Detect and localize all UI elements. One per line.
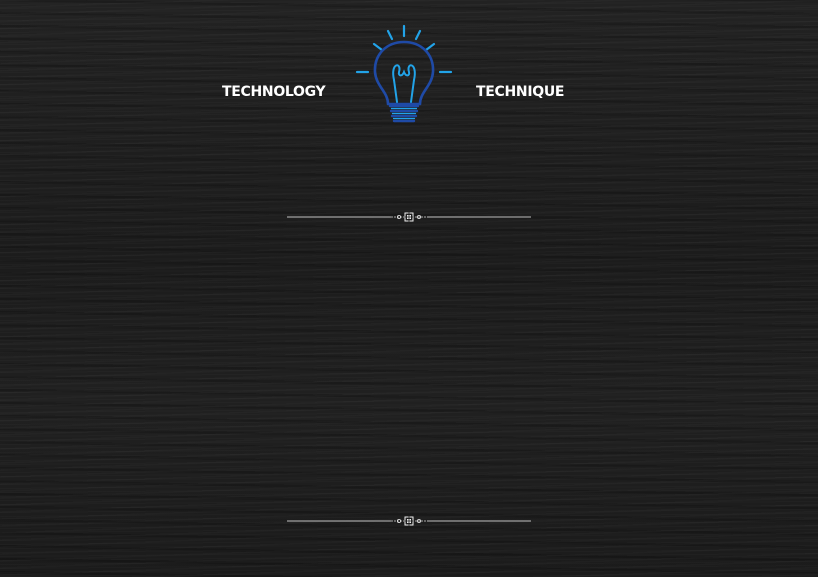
page: { "header": { "left_word": "TECHNOLOGY",… [0, 0, 818, 577]
header-banner: TECHNOLOGY TECHNIQUE [0, 22, 818, 132]
ornament-divider [287, 516, 531, 526]
filament [392, 64, 416, 103]
light-rays [355, 24, 453, 74]
technology-label: TECHNOLOGY [222, 84, 326, 100]
ornament-divider [287, 212, 531, 222]
technique-label: TECHNIQUE [476, 84, 565, 100]
lightbulb-icon [355, 24, 453, 123]
